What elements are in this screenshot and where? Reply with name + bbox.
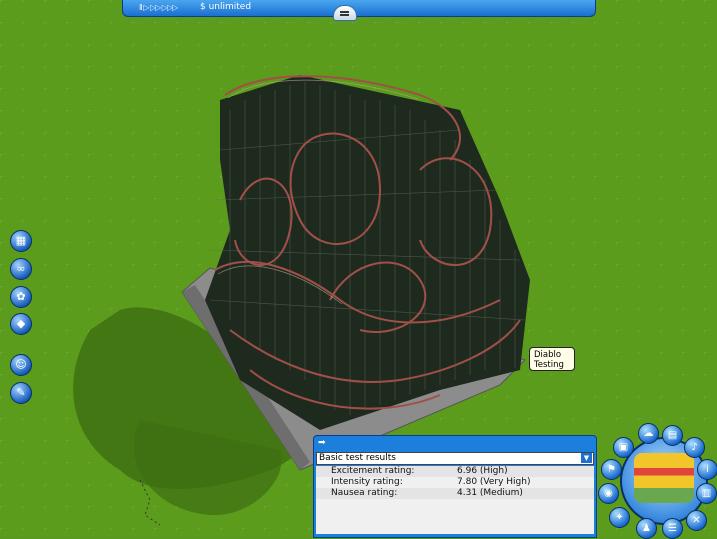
landscape-icon[interactable]: ▦ [10,230,32,252]
park-money: $ unlimited [200,2,252,12]
rating-value: 4.31 (Medium) [457,488,523,498]
info-icon[interactable]: i [697,459,717,480]
monitor-icon[interactable]: ▤ [662,425,683,446]
tooltip-ride-name: Diablo [534,350,562,360]
rating-label: Intensity rating: [331,477,403,487]
person-icon[interactable]: ♟ [636,518,657,539]
wrench-icon[interactable]: ✦ [609,507,630,528]
pin-icon[interactable]: ➡ [318,438,326,448]
staff-icon[interactable]: ✎ [10,382,32,404]
test-results-panel: ➡ Basic test results ▼ Excitement rating… [313,435,597,538]
chevron-down-icon[interactable]: ▼ [581,453,592,463]
top-menu-tab[interactable] [333,5,357,21]
dropdown-value: Basic test results [319,453,396,463]
scenery-icon[interactable]: ✿ [10,286,32,308]
rating-label: Excitement rating: [331,466,415,476]
bell-icon[interactable]: ♪ [684,437,705,458]
close-icon[interactable]: ✕ [686,510,707,531]
top-status-bar: II ▷ ▷▷ ▷▷▷ $ unlimited [122,0,596,21]
rating-row-excitement: Excitement rating: 6.96 (High) [316,466,594,477]
rating-row-nausea: Nausea rating: 4.31 (Medium) [316,488,594,499]
tooltip-ride-status: Testing [534,360,564,370]
ride-thumbnail [634,453,694,503]
map-icon[interactable]: ▥ [696,483,717,504]
rides-icon[interactable]: ∞ [10,258,32,280]
stats-icon[interactable]: ☰ [662,518,683,539]
rating-label: Nausea rating: [331,488,398,498]
ride-status-tooltip: Diablo Testing [529,347,575,371]
paths-icon[interactable]: ◆ [10,313,32,335]
flag-icon[interactable]: ⚑ [601,459,622,480]
rating-value: 6.96 (High) [457,466,508,476]
thought-bubble-icon[interactable]: ☁ [638,423,659,444]
game-speed-controls[interactable]: II ▷ ▷▷ ▷▷▷ [139,3,178,12]
ride-circular-menu: ▣ ☁ ▤ ♪ ⚑ i ◉ ▥ ✦ ♟ ☰ ✕ [596,415,717,539]
rating-row-intensity: Intensity rating: 7.80 (Very High) [316,477,594,488]
camera-icon[interactable]: ◉ [598,483,619,504]
rating-value: 7.80 (Very High) [457,477,531,487]
ratings-list: Excitement rating: 6.96 (High) Intensity… [316,466,594,534]
photo-icon[interactable]: ▣ [613,437,634,458]
park-management-icon[interactable]: ☺ [10,354,32,376]
results-type-dropdown[interactable]: Basic test results ▼ [316,452,594,465]
